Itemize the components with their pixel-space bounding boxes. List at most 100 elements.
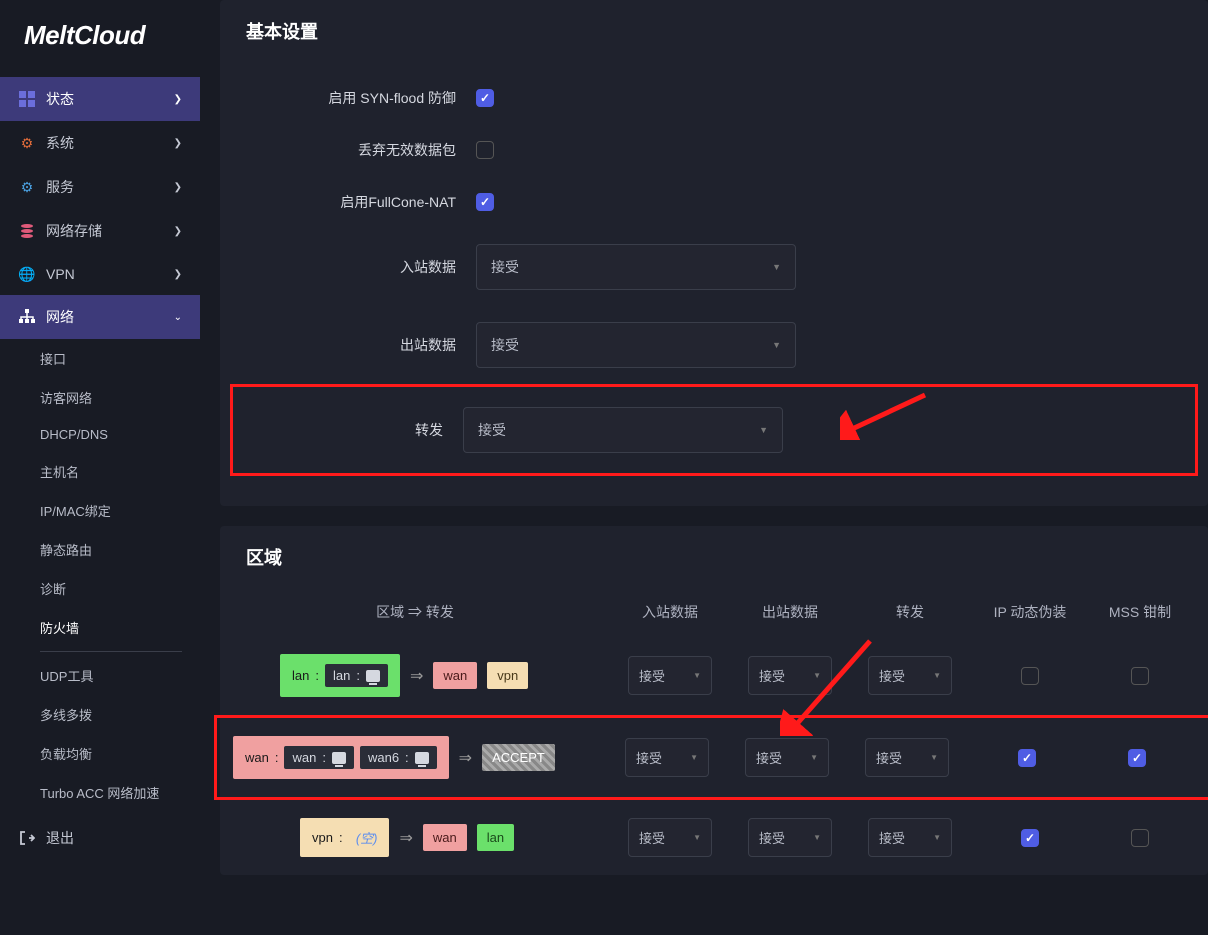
basic-settings-panel: 基本设置 启用 SYN-flood 防御 丢弃无效数据包 启用FullCone-…: [220, 0, 1208, 506]
select-vpn-out[interactable]: 接受▼: [748, 818, 832, 857]
highlight-forward: 转发 接受 ▼: [230, 384, 1198, 476]
caret-down-icon: ▼: [693, 833, 701, 842]
zone-row-vpn: vpn: (空) ⇒ wan lan 接受▼ 接受▼ 接受▼: [220, 800, 1208, 875]
nav-status[interactable]: 状态 ❯: [0, 77, 200, 121]
chevron-right-icon: ❯: [174, 182, 182, 193]
nav-storage[interactable]: 网络存储 ❯: [0, 209, 200, 253]
nav-label: 系统: [46, 133, 174, 153]
checkbox-vpn-mss[interactable]: [1131, 829, 1149, 847]
col-fwd: 转发: [850, 602, 970, 622]
subnav-dhcp[interactable]: DHCP/DNS: [0, 417, 200, 452]
subnav-diagnostics[interactable]: 诊断: [0, 569, 200, 608]
caret-down-icon: ▼: [933, 833, 941, 842]
nav-services[interactable]: ⚙ 服务 ❯: [0, 165, 200, 209]
select-lan-in[interactable]: 接受▼: [628, 656, 712, 695]
chevron-right-icon: ❯: [174, 226, 182, 237]
grid-icon: [18, 90, 36, 108]
sidebar: MeltCloud 状态 ❯ ⚙ 系统 ❯ ⚙ 服务 ❯ 网络存储 ❯ 🌐 VP…: [0, 0, 200, 935]
nav-label: 网络: [46, 307, 174, 327]
zone-badge-lan: lan: lan:: [280, 654, 400, 697]
subnav-firewall[interactable]: 防火墙: [0, 608, 200, 647]
select-inbound[interactable]: 接受 ▼: [476, 244, 796, 290]
chevron-right-icon: ❯: [174, 138, 182, 149]
zone-flow-cell: wan: wan: wan6: ⇒ ACCEPT: [217, 736, 607, 779]
row-forward: 转发 接受 ▼: [249, 397, 1179, 463]
col-in: 入站数据: [610, 602, 730, 622]
row-drop-invalid: 丢弃无效数据包: [246, 124, 1182, 176]
select-wan-out[interactable]: 接受▼: [745, 738, 829, 777]
select-wan-in[interactable]: 接受▼: [625, 738, 709, 777]
main-content: 基本设置 启用 SYN-flood 防御 丢弃无效数据包 启用FullCone-…: [200, 0, 1208, 935]
checkbox-lan-masq[interactable]: [1021, 667, 1039, 685]
caret-down-icon: ▼: [759, 425, 768, 435]
network-icon: [18, 308, 36, 326]
nav-logout[interactable]: 退出: [0, 816, 200, 860]
zone-badge-wan: wan: wan: wan6:: [233, 736, 449, 779]
select-forward[interactable]: 接受 ▼: [463, 407, 783, 453]
zone-flow-cell: vpn: (空) ⇒ wan lan: [220, 818, 610, 857]
select-outbound[interactable]: 接受 ▼: [476, 322, 796, 368]
zone-row-lan: lan: lan: ⇒ wan vpn 接受▼ 接受▼ 接受▼: [220, 636, 1208, 715]
iface-badge: lan:: [325, 664, 388, 687]
label-drop: 丢弃无效数据包: [246, 140, 476, 160]
zone-table-header: 区域 ⇒ 转发 入站数据 出站数据 转发 IP 动态伪装 MSS 钳制: [220, 588, 1208, 636]
zone-flow-cell: lan: lan: ⇒ wan vpn: [220, 654, 610, 697]
subnav-udp[interactable]: UDP工具: [0, 656, 200, 695]
nav-label: 服务: [46, 177, 174, 197]
target-badge-wan: wan: [423, 824, 467, 851]
caret-down-icon: ▼: [810, 753, 818, 762]
target-badge-lan: lan: [477, 824, 514, 851]
caret-down-icon: ▼: [772, 340, 781, 350]
col-flow: 区域 ⇒ 转发: [220, 602, 610, 622]
brand-logo: MeltCloud: [0, 0, 200, 77]
checkbox-syn[interactable]: [476, 89, 494, 107]
select-vpn-in[interactable]: 接受▼: [628, 818, 712, 857]
nav-label: 退出: [46, 828, 182, 848]
zone-badge-vpn: vpn: (空): [300, 818, 389, 857]
select-wan-fwd[interactable]: 接受▼: [865, 738, 949, 777]
select-value: 接受: [478, 420, 506, 440]
iface-badge: wan6:: [360, 746, 437, 769]
checkbox-wan-mss[interactable]: [1128, 749, 1146, 767]
gear-icon: ⚙: [18, 134, 36, 152]
subnav-static-routes[interactable]: 静态路由: [0, 530, 200, 569]
subnav-ipmac[interactable]: IP/MAC绑定: [0, 491, 200, 530]
subnav-loadbalance[interactable]: 负载均衡: [0, 734, 200, 773]
nav-vpn[interactable]: 🌐 VPN ❯: [0, 253, 200, 295]
chevron-right-icon: ❯: [174, 94, 182, 105]
caret-down-icon: ▼: [930, 753, 938, 762]
zone-row-wan: wan: wan: wan6: ⇒ ACCEPT 接受▼ 接受▼ 接受▼: [214, 715, 1208, 800]
iface-badge: wan:: [284, 746, 353, 769]
database-icon: [18, 222, 36, 240]
nav-label: 状态: [46, 89, 174, 109]
checkbox-wan-masq[interactable]: [1018, 749, 1036, 767]
subnav-turboacc[interactable]: Turbo ACC 网络加速: [0, 773, 200, 812]
checkbox-lan-mss[interactable]: [1131, 667, 1149, 685]
nav-network[interactable]: 网络 ⌄: [0, 295, 200, 339]
subnav-hostnames[interactable]: 主机名: [0, 452, 200, 491]
nav-system[interactable]: ⚙ 系统 ❯: [0, 121, 200, 165]
panel-title: 基本设置: [220, 0, 1208, 62]
caret-down-icon: ▼: [813, 833, 821, 842]
subnav-mwan[interactable]: 多线多拨: [0, 695, 200, 734]
select-lan-out[interactable]: 接受▼: [748, 656, 832, 695]
select-lan-fwd[interactable]: 接受▼: [868, 656, 952, 695]
select-value: 接受: [491, 335, 519, 355]
caret-down-icon: ▼: [693, 671, 701, 680]
col-mss: MSS 钳制: [1090, 602, 1190, 622]
col-out: 出站数据: [730, 602, 850, 622]
nav-label: 网络存储: [46, 221, 174, 241]
subnav-interfaces[interactable]: 接口: [0, 339, 200, 378]
checkbox-drop[interactable]: [476, 141, 494, 159]
select-vpn-fwd[interactable]: 接受▼: [868, 818, 952, 857]
arrow-icon: ⇒: [459, 748, 472, 768]
row-inbound: 入站数据 接受 ▼: [246, 228, 1182, 306]
checkbox-vpn-masq[interactable]: [1021, 829, 1039, 847]
chevron-right-icon: ❯: [174, 269, 182, 280]
caret-down-icon: ▼: [933, 671, 941, 680]
subnav-guest[interactable]: 访客网络: [0, 378, 200, 417]
target-badge-accept: ACCEPT: [482, 744, 555, 771]
row-outbound: 出站数据 接受 ▼: [246, 306, 1182, 384]
checkbox-fullcone[interactable]: [476, 193, 494, 211]
label-inbound: 入站数据: [246, 257, 476, 277]
